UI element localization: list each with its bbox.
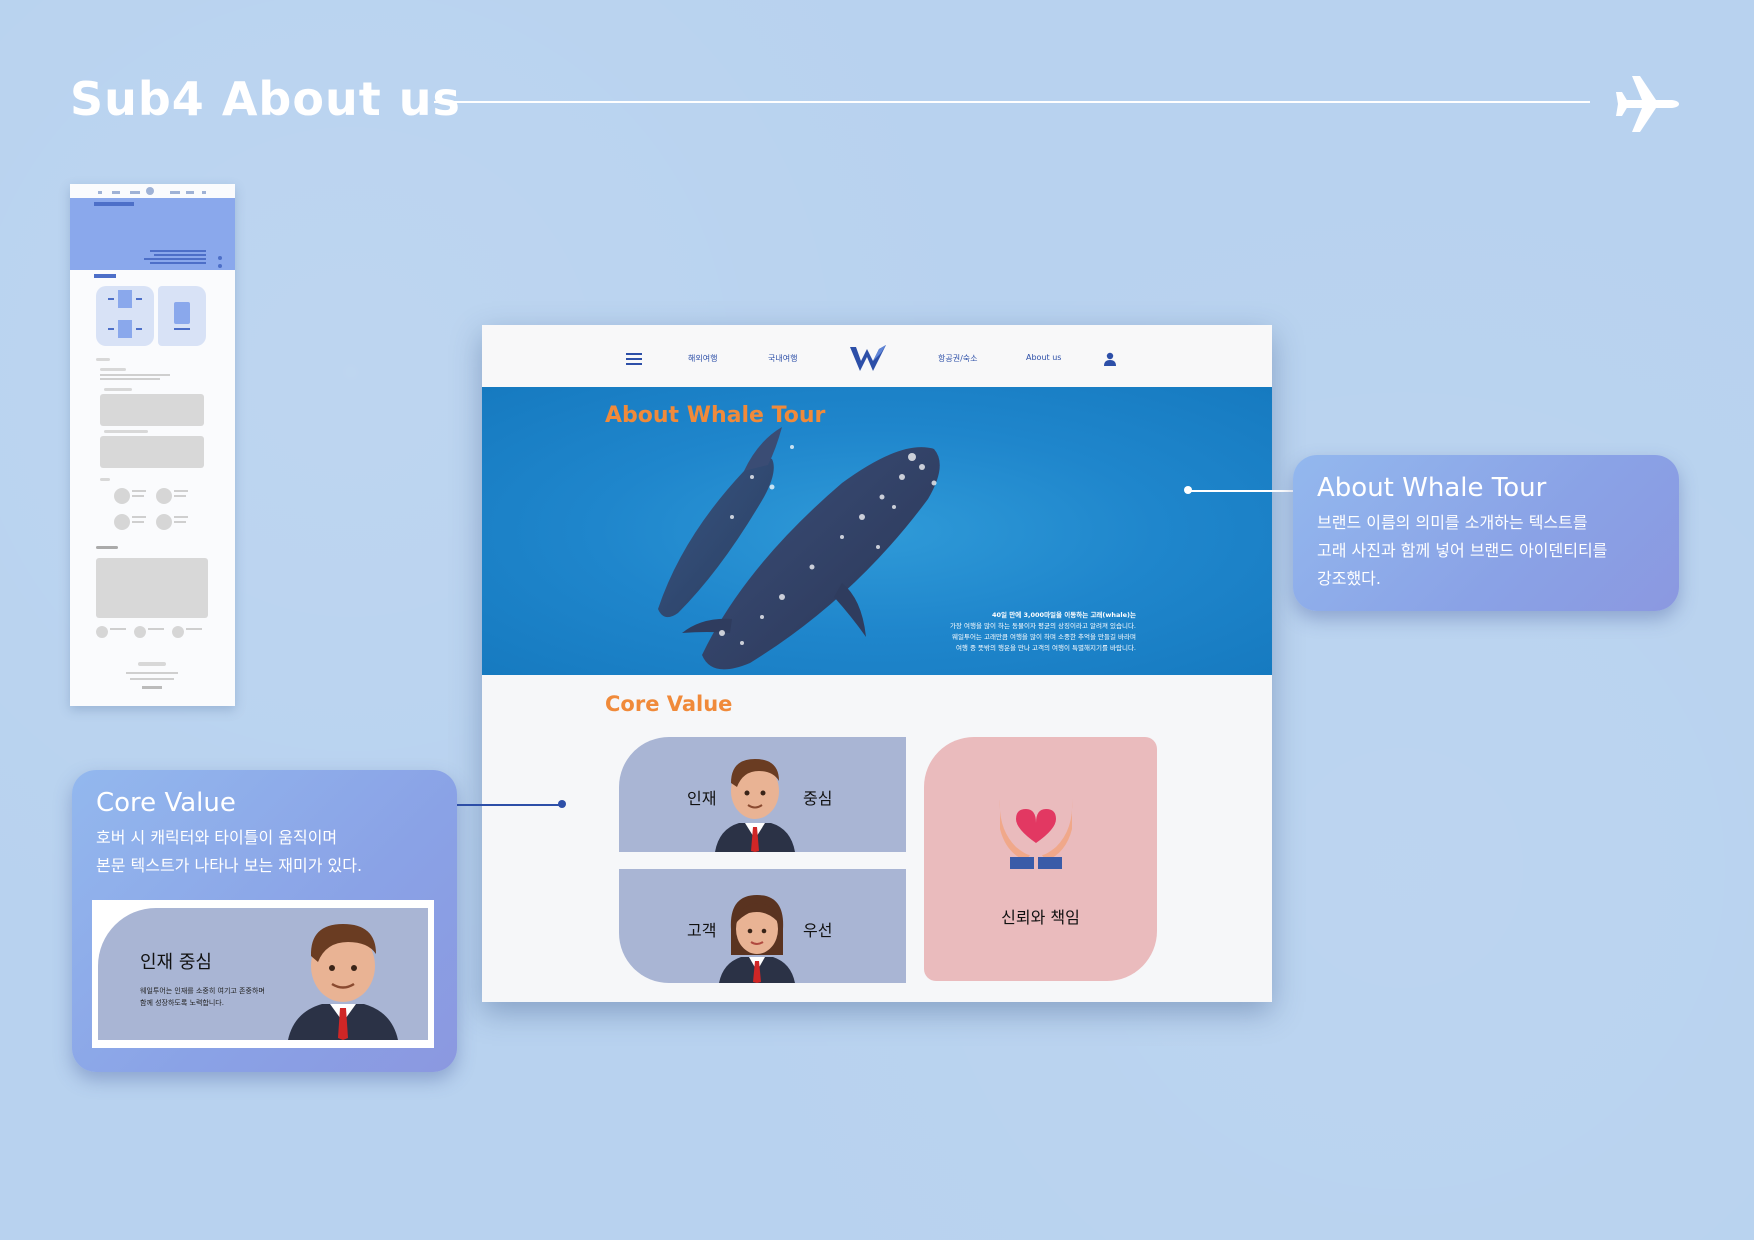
hero-banner: About Whale Tour 40일 만에 3,000마일을 이동하는 고래… <box>482 387 1272 675</box>
core-value-hover-preview: 인재 중심 웨일투어는 인재를 소중히 여기고 존중하며 함께 성장하도록 노력… <box>92 900 434 1048</box>
callout-desc-line: 강조했다. <box>1317 569 1381 588</box>
card-label-right: 중심 <box>803 789 833 808</box>
hero-text-line: 가장 여행을 많이 하는 동물이자 평균의 상징이라고 알려져 있습니다. <box>949 622 1136 630</box>
core-value-title: Core Value <box>605 692 733 716</box>
hero-text-line: 웨일투어는 고래만큼 여행을 많이 하며 소중한 추억을 만들길 바라며 <box>952 633 1136 641</box>
callout-desc-line: 브랜드 이름의 의미를 소개하는 텍스트를 <box>1317 513 1588 532</box>
about-callout: About Whale Tour 브랜드 이름의 의미를 소개하는 텍스트를 고… <box>1293 455 1679 611</box>
user-icon[interactable] <box>1104 352 1116 366</box>
nav-item-domestic[interactable]: 국내여행 <box>768 353 797 364</box>
callout-title: Core Value <box>96 788 236 818</box>
callout-title: About Whale Tour <box>1317 473 1547 503</box>
businesswoman-avatar <box>719 895 795 983</box>
hover-card: 인재 중심 웨일투어는 인재를 소중히 여기고 존중하며 함께 성장하도록 노력… <box>98 908 428 1040</box>
trust-card-label: 신뢰와 책임 <box>1001 908 1080 927</box>
airplane-icon <box>1616 76 1679 132</box>
businessman-avatar <box>715 759 795 852</box>
nav-item-flights[interactable]: 항공권/숙소 <box>938 353 978 364</box>
title-divider <box>434 101 1590 103</box>
core-connector-line <box>456 804 562 806</box>
wireframe-thumbnail <box>70 184 235 706</box>
businessman-avatar <box>288 924 398 1040</box>
hero-title: About Whale Tour <box>605 403 826 428</box>
menu-icon[interactable] <box>626 353 642 365</box>
hover-card-text: 함께 성장하도록 노력합니다. <box>140 999 224 1007</box>
hover-card-title: 인재 중심 <box>140 952 212 973</box>
core-value-card-customer[interactable]: 고객 우선 <box>619 869 906 983</box>
card-label-left: 고객 <box>687 921 717 940</box>
hover-card-text: 웨일투어는 인재를 소중히 여기고 존중하며 <box>140 987 265 995</box>
whale-logo-icon[interactable] <box>848 343 888 375</box>
core-connector-dot <box>558 800 566 808</box>
hero-text-line: 40일 만에 3,000마일을 이동하는 고래(whale)는 <box>992 611 1136 619</box>
nav-item-about[interactable]: About us <box>1026 353 1061 362</box>
hero-text-line: 여행 중 뜻밖의 행운을 만나 고객의 여행이 특별해지기를 바랍니다. <box>955 644 1136 652</box>
core-value-card-talent[interactable]: 인재 중심 <box>619 737 906 852</box>
page-title: Sub4 About us <box>70 72 461 126</box>
card-label-right: 우선 <box>803 921 833 940</box>
about-page-mockup: 해외여행 국내여행 항공권/숙소 About us About Whale To… <box>482 325 1272 1002</box>
card-label-left: 인재 <box>687 789 717 808</box>
about-connector-dot <box>1184 486 1192 494</box>
callout-desc-line: 고래 사진과 함께 넣어 브랜드 아이덴티티를 <box>1317 541 1608 560</box>
mockup-navbar: 해외여행 국내여행 항공권/숙소 About us <box>482 325 1272 387</box>
callout-desc-line: 호버 시 캐릭터와 타이틀이 움직이며 <box>96 828 338 847</box>
nav-item-overseas[interactable]: 해외여행 <box>688 353 717 364</box>
heart-hands-icon <box>999 799 1073 869</box>
whale-photo <box>658 427 940 670</box>
about-connector-line <box>1191 490 1293 492</box>
callout-desc-line: 본문 텍스트가 나타나 보는 재미가 있다. <box>96 856 363 875</box>
core-value-card-trust[interactable]: 신뢰와 책임 <box>924 737 1157 981</box>
